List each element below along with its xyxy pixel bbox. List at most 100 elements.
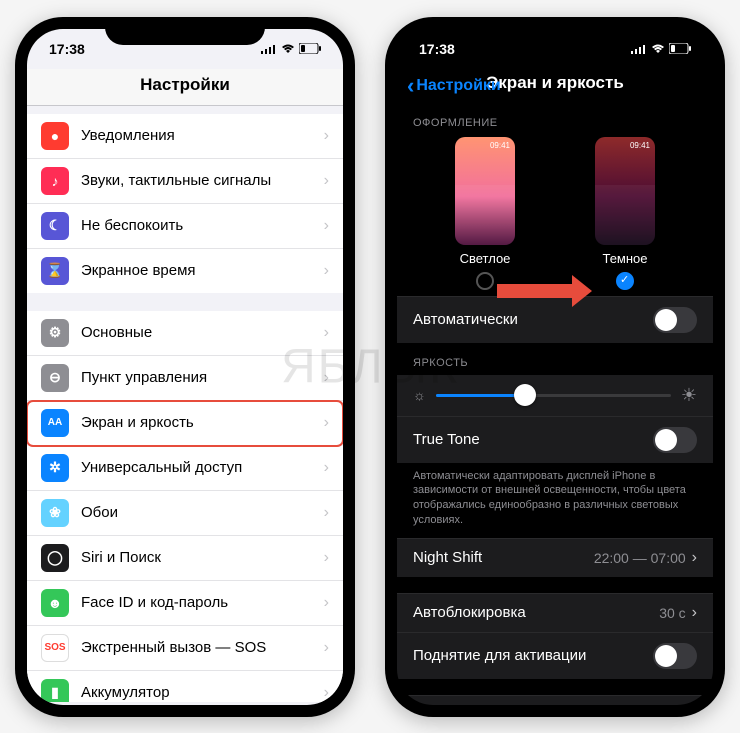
raise-label: Поднятие для активации (413, 647, 586, 664)
battery-icon (669, 43, 691, 54)
row-icon: ☻ (41, 589, 69, 617)
row-icon: ☾ (41, 212, 69, 240)
signal-icon (631, 44, 647, 54)
truetone-toggle[interactable] (653, 427, 697, 453)
chevron-right-icon: › (692, 549, 697, 567)
settings-row[interactable]: ☾ Не беспокоить› (27, 204, 343, 249)
settings-row[interactable]: ● Уведомления› (27, 114, 343, 159)
notch (105, 17, 265, 45)
settings-row[interactable]: ♪Звуки, тактильные сигналы› (27, 159, 343, 204)
row-icon: ⊖ (41, 364, 69, 392)
appearance-dark-label: Темное (602, 251, 647, 266)
row-label: Не беспокоить (81, 217, 324, 234)
row-truetone[interactable]: True Tone (397, 416, 713, 463)
chevron-right-icon: › (324, 684, 329, 702)
autolock-label: Автоблокировка (413, 604, 526, 621)
row-label: Универсальный доступ (81, 459, 324, 476)
appearance-dark-thumb: 09:41 (595, 137, 655, 245)
screen-light: 17:38 Настройки ●Уведомления›♪Звуки, так… (27, 29, 343, 705)
row-nightshift[interactable]: Night Shift 22:00 — 07:00 › (397, 538, 713, 577)
autolock-value: 30 с (659, 605, 685, 621)
appearance-light-label: Светлое (460, 251, 511, 266)
settings-row[interactable]: SOSЭкстренный вызов — SOS› (27, 626, 343, 671)
back-button[interactable]: ‹ Настройки (407, 73, 501, 99)
automatic-toggle[interactable] (653, 307, 697, 333)
row-icon: ▮ (41, 679, 69, 702)
row-label: Основные (81, 324, 324, 341)
chevron-right-icon: › (324, 459, 329, 477)
wifi-icon (651, 44, 665, 54)
row-icon: AA (41, 409, 69, 437)
settings-row[interactable]: ⚙Основные› (27, 311, 343, 356)
status-time: 17:38 (419, 41, 455, 57)
sun-large-icon: ☀ (681, 385, 697, 406)
truetone-footnote: Автоматически адаптировать дисплей iPhon… (397, 463, 713, 538)
appearance-dark-radio[interactable] (616, 272, 634, 290)
screen-dark: 17:38 ‹ Настройки Экран и яркость ОФОРМЛ… (397, 29, 713, 705)
screen-title: Экран и яркость (486, 73, 624, 92)
automatic-label: Автоматически (413, 311, 518, 328)
row-label: Экран и яркость (81, 414, 324, 431)
wifi-icon (281, 44, 295, 54)
chevron-right-icon: › (324, 324, 329, 342)
row-label: Экранное время (81, 262, 324, 279)
appearance-light-thumb: 09:41 (455, 137, 515, 245)
chevron-right-icon: › (324, 639, 329, 657)
settings-row[interactable]: ☻ Face ID и код-пароль› (27, 581, 343, 626)
row-automatic[interactable]: Автоматически (397, 296, 713, 343)
brightness-row: ☼ ☀ (397, 375, 713, 416)
status-icons (261, 43, 321, 54)
row-label: Уведомления (81, 127, 324, 144)
settings-row[interactable]: ⊖Пункт управления› (27, 356, 343, 401)
appearance-dark-option[interactable]: 09:41 Темное (595, 137, 655, 290)
nightshift-value: 22:00 — 07:00 (594, 550, 686, 566)
chevron-right-icon: › (692, 604, 697, 622)
status-time: 17:38 (49, 41, 85, 57)
row-label: Аккумулятор (81, 684, 324, 701)
chevron-right-icon: › (324, 504, 329, 522)
row-icon: ⌛ (41, 257, 69, 285)
battery-icon (299, 43, 321, 54)
status-icons (631, 43, 691, 54)
appearance-light-radio[interactable] (476, 272, 494, 290)
row-icon: ◯ (41, 544, 69, 572)
row-label: Звуки, тактильные сигналы (81, 172, 324, 189)
phone-right: 17:38 ‹ Настройки Экран и яркость ОФОРМЛ… (385, 17, 725, 717)
truetone-label: True Tone (413, 431, 480, 448)
settings-row[interactable]: ❀ Обои› (27, 491, 343, 536)
row-label: Пункт управления (81, 369, 324, 386)
row-icon: ✲ (41, 454, 69, 482)
row-label: Экстренный вызов — SOS (81, 639, 324, 656)
row-icon: ● (41, 122, 69, 150)
raise-toggle[interactable] (653, 643, 697, 669)
notch (475, 17, 635, 45)
signal-icon (261, 44, 277, 54)
chevron-right-icon: › (324, 172, 329, 190)
section-appearance: ОФОРМЛЕНИЕ (397, 103, 713, 135)
chevron-right-icon: › (324, 549, 329, 567)
settings-row[interactable]: ✲ Универсальный доступ› (27, 446, 343, 491)
settings-list[interactable]: ●Уведомления›♪Звуки, тактильные сигналы›… (27, 106, 343, 702)
back-label: Настройки (416, 77, 500, 95)
appearance-light-option[interactable]: 09:41 Светлое (455, 137, 515, 290)
settings-row[interactable]: ▮ Аккумулятор› (27, 671, 343, 702)
nightshift-label: Night Shift (413, 549, 482, 566)
row-label: Обои (81, 504, 324, 521)
row-icon: ❀ (41, 499, 69, 527)
navbar: ‹ Настройки Экран и яркость (397, 69, 713, 103)
row-label: Face ID и код-пароль (81, 594, 324, 611)
row-label: Siri и Поиск (81, 549, 324, 566)
section-brightness: ЯРКОСТЬ (397, 343, 713, 375)
chevron-right-icon: › (324, 414, 329, 432)
row-raise-to-wake[interactable]: Поднятие для активации (397, 632, 713, 679)
brightness-slider[interactable] (436, 394, 671, 397)
chevron-right-icon: › (324, 217, 329, 235)
chevron-right-icon: › (324, 594, 329, 612)
row-autolock[interactable]: Автоблокировка 30 с › (397, 593, 713, 632)
row-textsize[interactable]: Размер текста › (397, 695, 713, 705)
settings-row[interactable]: ⌛Экранное время› (27, 249, 343, 293)
settings-row[interactable]: ◯ Siri и Поиск› (27, 536, 343, 581)
chevron-right-icon: › (324, 127, 329, 145)
page-title: Настройки (27, 69, 343, 106)
settings-row[interactable]: AA Экран и яркость› (27, 401, 343, 446)
